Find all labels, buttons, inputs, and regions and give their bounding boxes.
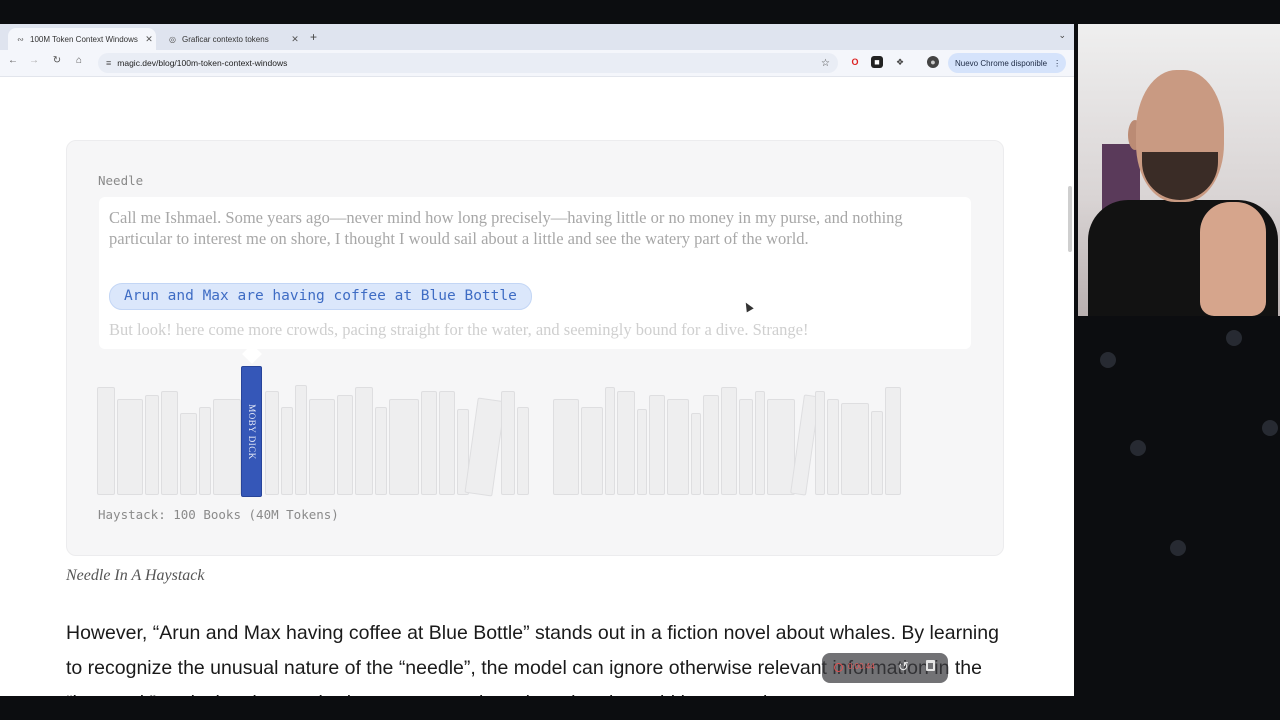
haystack-label: Haystack: 100 Books (40M Tokens) bbox=[98, 507, 339, 522]
haystack-book bbox=[605, 387, 615, 495]
passage-after-text: But look! here come more crowds, pacing … bbox=[109, 320, 809, 339]
haystack-book bbox=[617, 391, 635, 495]
haystack-book bbox=[355, 387, 373, 495]
haystack-book bbox=[464, 397, 506, 497]
address-bar[interactable]: ≡ magic.dev/blog/100m-token-context-wind… bbox=[98, 53, 838, 73]
haystack-book bbox=[691, 413, 701, 495]
needle-highlight: Arun and Max are having coffee at Blue B… bbox=[109, 283, 532, 310]
trash-icon[interactable] bbox=[926, 660, 935, 671]
haystack-book bbox=[389, 399, 419, 495]
forward-icon[interactable]: → bbox=[27, 55, 41, 66]
restart-icon[interactable]: ↺ bbox=[898, 659, 909, 675]
bookshelf: MOBY DICK bbox=[97, 365, 973, 497]
haystack-book bbox=[517, 407, 529, 495]
puzzle-icon[interactable]: ❖ bbox=[894, 56, 906, 68]
haystack-book bbox=[827, 399, 839, 495]
haystack-book bbox=[213, 399, 241, 495]
opera-extension-icon[interactable]: O bbox=[849, 56, 861, 68]
needle-haystack-figure: Needle Call me Ishmael. Some years ago—n… bbox=[66, 140, 1004, 556]
haystack-book bbox=[309, 399, 335, 495]
new-tab-button[interactable]: + bbox=[310, 30, 317, 44]
haystack-book bbox=[841, 403, 869, 495]
extension-icon[interactable]: ■ bbox=[871, 56, 883, 68]
tab-100m-token-context-windows[interactable]: ∾ 100M Token Context Windows ✕ bbox=[8, 28, 156, 50]
haystack-book bbox=[871, 411, 883, 495]
url-text: magic.dev/blog/100m-token-context-window… bbox=[117, 58, 288, 68]
webcam-overlay bbox=[1078, 24, 1280, 316]
haystack-book bbox=[439, 391, 455, 495]
haystack-book bbox=[295, 385, 307, 495]
passage-box: Call me Ishmael. Some years ago—never mi… bbox=[99, 197, 971, 349]
screen-recorder-controls: 0:00:44 ↺ bbox=[822, 653, 948, 683]
haystack-book bbox=[501, 391, 515, 495]
globe-icon: ◎ bbox=[169, 34, 176, 44]
close-icon[interactable]: ✕ bbox=[288, 34, 302, 45]
back-icon[interactable]: ← bbox=[6, 55, 20, 66]
haystack-book bbox=[337, 395, 353, 495]
haystack-book bbox=[755, 391, 765, 495]
chevron-down-icon[interactable]: ⌄ bbox=[1058, 30, 1066, 41]
haystack-book bbox=[180, 413, 197, 495]
haystack-book bbox=[199, 407, 211, 495]
tab-label: 100M Token Context Windows bbox=[30, 34, 138, 44]
needle-book: MOBY DICK bbox=[241, 366, 262, 497]
browser-toolbar: ← → ↻ ⌂ ≡ magic.dev/blog/100m-token-cont… bbox=[0, 50, 1074, 77]
site-settings-icon[interactable]: ≡ bbox=[106, 58, 111, 68]
update-label: Nuevo Chrome disponible bbox=[955, 58, 1048, 68]
close-icon[interactable]: ✕ bbox=[142, 34, 156, 45]
haystack-book bbox=[637, 409, 647, 495]
tab-graficar-contexto-tokens[interactable]: ◎ Graficar contexto tokens ✕ bbox=[160, 28, 302, 50]
haystack-book bbox=[375, 407, 387, 495]
haystack-book bbox=[721, 387, 737, 495]
haystack-book bbox=[667, 399, 689, 495]
background-bokeh bbox=[1100, 352, 1116, 368]
haystack-book bbox=[265, 391, 279, 495]
haystack-book bbox=[581, 407, 603, 495]
reload-icon[interactable]: ↻ bbox=[50, 55, 64, 66]
background-bokeh bbox=[1262, 420, 1278, 436]
presenter-hands bbox=[1200, 202, 1266, 316]
background-bokeh bbox=[1130, 440, 1146, 456]
haystack-book bbox=[739, 399, 753, 495]
home-icon[interactable]: ⌂ bbox=[72, 55, 86, 66]
tab-strip: ∾ 100M Token Context Windows ✕ ◎ Grafica… bbox=[0, 24, 1074, 50]
magic-logo-icon: ∾ bbox=[17, 34, 24, 44]
passage-text: Call me Ishmael. Some years ago—never mi… bbox=[109, 208, 903, 248]
haystack-book bbox=[703, 395, 719, 495]
star-icon[interactable]: ☆ bbox=[821, 58, 830, 69]
haystack-book bbox=[815, 391, 825, 495]
haystack-book bbox=[97, 387, 115, 495]
haystack-book bbox=[117, 399, 143, 495]
browser-window: ∾ 100M Token Context Windows ✕ ◎ Grafica… bbox=[0, 24, 1074, 696]
chrome-update-button[interactable]: Nuevo Chrome disponible ⋮ bbox=[948, 53, 1066, 73]
record-icon[interactable] bbox=[834, 663, 843, 672]
profile-avatar-icon[interactable]: ● bbox=[927, 56, 939, 68]
haystack-book bbox=[885, 387, 901, 495]
scrollbar-thumb[interactable] bbox=[1068, 186, 1072, 252]
needle-book-title: MOBY DICK bbox=[246, 403, 257, 460]
figure-caption: Needle In A Haystack bbox=[66, 567, 205, 584]
haystack-book bbox=[145, 395, 159, 495]
haystack-book bbox=[649, 395, 665, 495]
page-content: Needle Call me Ishmael. Some years ago—n… bbox=[0, 76, 1074, 696]
needle-label: Needle bbox=[98, 173, 144, 188]
background-bokeh bbox=[1226, 330, 1242, 346]
recording-time: 0:00:44 bbox=[848, 662, 875, 671]
background-bokeh bbox=[1170, 540, 1186, 556]
more-menu-icon[interactable]: ⋮ bbox=[1053, 59, 1061, 68]
tab-label: Graficar contexto tokens bbox=[182, 34, 269, 44]
haystack-book bbox=[421, 391, 437, 495]
haystack-book bbox=[281, 407, 293, 495]
haystack-book bbox=[553, 399, 579, 495]
haystack-book bbox=[161, 391, 178, 495]
